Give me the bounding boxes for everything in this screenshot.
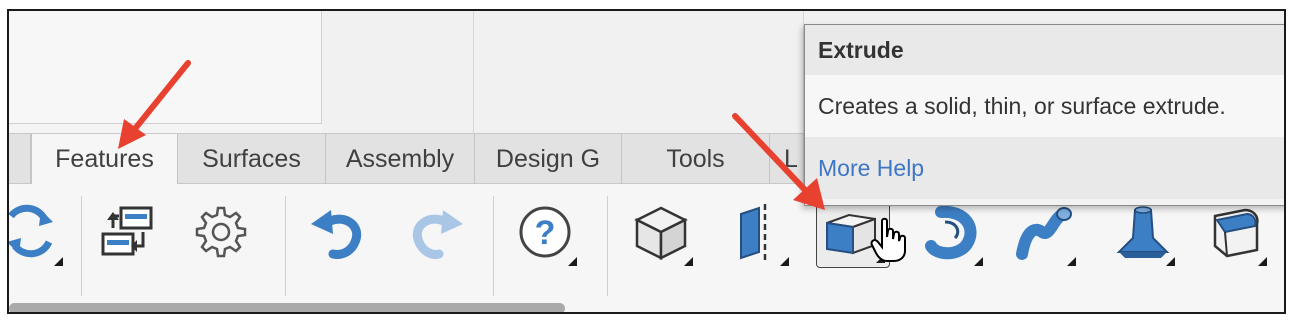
svg-text:?: ?: [535, 214, 556, 252]
hand-cursor-icon: [870, 217, 906, 262]
flyout-indicator: [54, 257, 63, 266]
flyout-indicator: [1067, 257, 1076, 266]
cube-icon[interactable]: [631, 202, 693, 266]
flyout-indicator: [568, 257, 577, 266]
tab-design-guide[interactable]: Design G: [475, 134, 622, 184]
flyout-indicator: [974, 257, 983, 266]
loft-icon[interactable]: [1113, 202, 1175, 266]
scrollbar-thumb[interactable]: [9, 303, 565, 312]
tooltip-description: Creates a solid, thin, or surface extrud…: [805, 75, 1284, 137]
toolbar-separator: [607, 196, 608, 296]
redo-icon[interactable]: [407, 202, 467, 262]
more-help-link[interactable]: More Help: [805, 137, 1284, 199]
revolve-icon[interactable]: [921, 202, 983, 266]
flyout-indicator: [684, 257, 693, 266]
pattern-sketch-icon[interactable]: [97, 202, 157, 262]
flyout-indicator: [1258, 257, 1267, 266]
toolbar-separator: [285, 196, 286, 296]
annotation-arrow-features: [118, 60, 191, 149]
tab-partial[interactable]: [9, 134, 31, 184]
tooltip-title: Extrude: [805, 25, 1284, 75]
toolbar-separator: [493, 196, 494, 296]
fillet-icon[interactable]: [1205, 202, 1267, 266]
sweep-icon[interactable]: [1014, 202, 1076, 266]
flyout-indicator: [780, 257, 789, 266]
horizontal-scrollbar[interactable]: [9, 298, 1284, 312]
partial-arrows-icon[interactable]: [9, 202, 63, 266]
extrude-tooltip: Extrude Creates a solid, thin, or surfac…: [804, 24, 1284, 206]
undo-icon[interactable]: [307, 202, 367, 262]
gear-icon[interactable]: [191, 202, 251, 262]
help-icon[interactable]: ?: [515, 202, 577, 266]
toolbar-separator: [81, 196, 82, 296]
panel-middle: [322, 11, 474, 133]
annotation-arrow-extrude: [732, 113, 825, 210]
tab-assembly[interactable]: Assembly: [326, 134, 475, 184]
flyout-indicator: [1166, 257, 1175, 266]
